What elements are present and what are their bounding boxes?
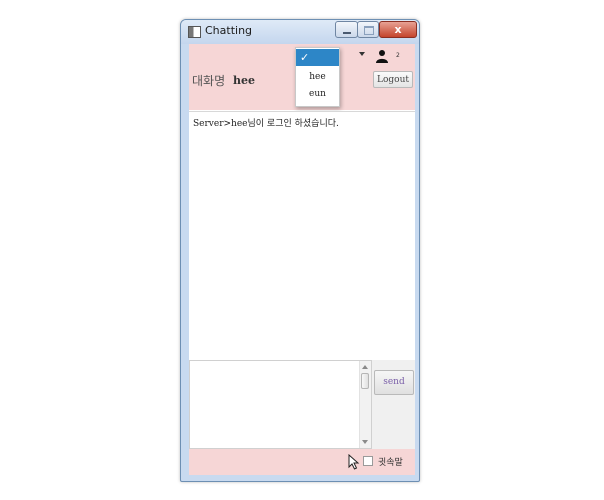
app-window-icon (188, 26, 201, 38)
user-menu-item-hee[interactable]: hee (296, 69, 339, 86)
user-menu-item-eun[interactable]: eun (296, 86, 339, 103)
user-icon[interactable] (375, 49, 389, 63)
user-count: 2 (396, 52, 400, 59)
room-label: 대화명 (192, 74, 226, 88)
user-list-dropdown-caret-icon[interactable] (359, 52, 365, 56)
message-input[interactable] (189, 360, 372, 449)
user-list-dropdown: ✓ hee eun (295, 47, 340, 107)
mouse-pointer-icon (348, 454, 360, 470)
user-menu-selected-item[interactable]: ✓ (296, 49, 339, 66)
client-area: 대화명 hee 2 Logout ✓ hee eun Server>hee님이 … (189, 44, 415, 475)
chat-header: 대화명 hee 2 Logout ✓ hee eun (189, 44, 415, 110)
input-scrollbar[interactable] (359, 361, 371, 448)
scroll-thumb[interactable] (361, 373, 369, 389)
scroll-up-arrow-icon[interactable] (362, 365, 368, 369)
message-log[interactable]: Server>hee님이 로그인 하셨습니다. (189, 111, 415, 361)
close-icon: x (394, 23, 402, 36)
close-button[interactable]: x (379, 21, 417, 38)
message-line: Server>hee님이 로그인 하셨습니다. (193, 119, 339, 129)
whisper-checkbox[interactable] (363, 456, 373, 466)
chat-footer: 귓속말 (189, 449, 415, 475)
window-title: Chatting (205, 24, 253, 37)
checkmark-icon: ✓ (300, 51, 310, 64)
room-name: hee (233, 74, 255, 87)
minimize-button[interactable] (335, 21, 358, 38)
logout-button[interactable]: Logout (373, 71, 413, 88)
chatting-window: Chatting x 대화명 hee 2 Logout ✓ hee eun Se… (180, 19, 420, 482)
send-button[interactable]: send (374, 370, 414, 395)
scroll-down-arrow-icon[interactable] (362, 440, 368, 444)
whisper-label: 귓속말 (378, 458, 403, 468)
maximize-button[interactable] (357, 21, 379, 38)
title-bar[interactable]: Chatting x (181, 20, 419, 44)
send-panel: send (372, 360, 415, 449)
